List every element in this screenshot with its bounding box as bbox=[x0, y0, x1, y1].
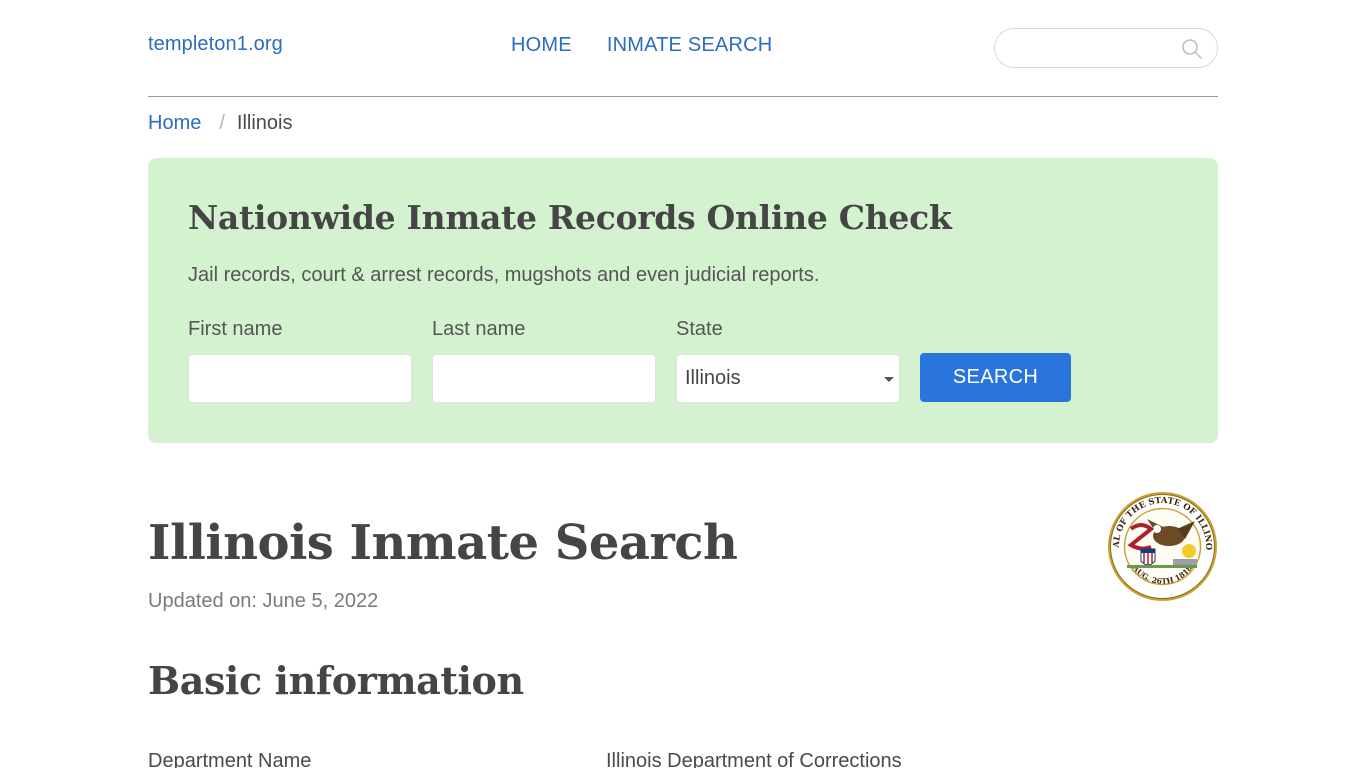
illinois-state-seal: SEAL OF THE STATE OF ILLINOIS AUG. 26TH … bbox=[1107, 491, 1217, 601]
first-name-field: First name bbox=[188, 318, 412, 403]
search-icon[interactable] bbox=[1181, 38, 1203, 60]
header-search-input[interactable] bbox=[1009, 37, 1169, 59]
site-logo-link[interactable]: templeton1.org bbox=[148, 33, 283, 56]
last-name-label: Last name bbox=[432, 318, 526, 340]
breadcrumb-home[interactable]: Home bbox=[148, 112, 201, 135]
last-name-input[interactable] bbox=[432, 354, 656, 403]
last-name-field: Last name bbox=[432, 318, 656, 403]
state-selected-value: Illinois bbox=[685, 367, 741, 389]
updated-date: Updated on: June 5, 2022 bbox=[148, 590, 379, 612]
nav-inmate-search[interactable]: INMATE SEARCH bbox=[607, 34, 773, 57]
first-name-label: First name bbox=[188, 318, 283, 340]
breadcrumb-current: Illinois bbox=[236, 112, 293, 134]
state-select[interactable]: Illinois bbox=[676, 354, 900, 403]
page-title: Illinois Inmate Search bbox=[148, 515, 738, 571]
nav-home[interactable]: HOME bbox=[511, 34, 572, 57]
chevron-down-icon bbox=[884, 377, 894, 382]
panel-title: Nationwide Inmate Records Online Check bbox=[188, 198, 952, 237]
panel-subtitle: Jail records, court & arrest records, mu… bbox=[188, 264, 820, 286]
breadcrumb-separator: / bbox=[219, 112, 225, 134]
inmate-search-panel: Nationwide Inmate Records Online Check J… bbox=[148, 158, 1218, 443]
search-button[interactable]: SEARCH bbox=[920, 353, 1071, 402]
site-header: templeton1.org HOME INMATE SEARCH bbox=[148, 0, 1218, 97]
info-value: Illinois Department of Corrections bbox=[606, 750, 902, 768]
state-label: State bbox=[676, 318, 723, 340]
state-field: State Illinois bbox=[676, 318, 900, 403]
first-name-input[interactable] bbox=[188, 354, 412, 403]
breadcrumb: Home / Illinois bbox=[148, 112, 1218, 135]
info-key: Department Name bbox=[148, 750, 312, 768]
info-row: Department Name Illinois Department of C… bbox=[148, 750, 1218, 768]
header-search bbox=[994, 28, 1218, 68]
section-title-basic-info: Basic information bbox=[148, 658, 524, 703]
main-nav: HOME INMATE SEARCH bbox=[511, 34, 772, 57]
